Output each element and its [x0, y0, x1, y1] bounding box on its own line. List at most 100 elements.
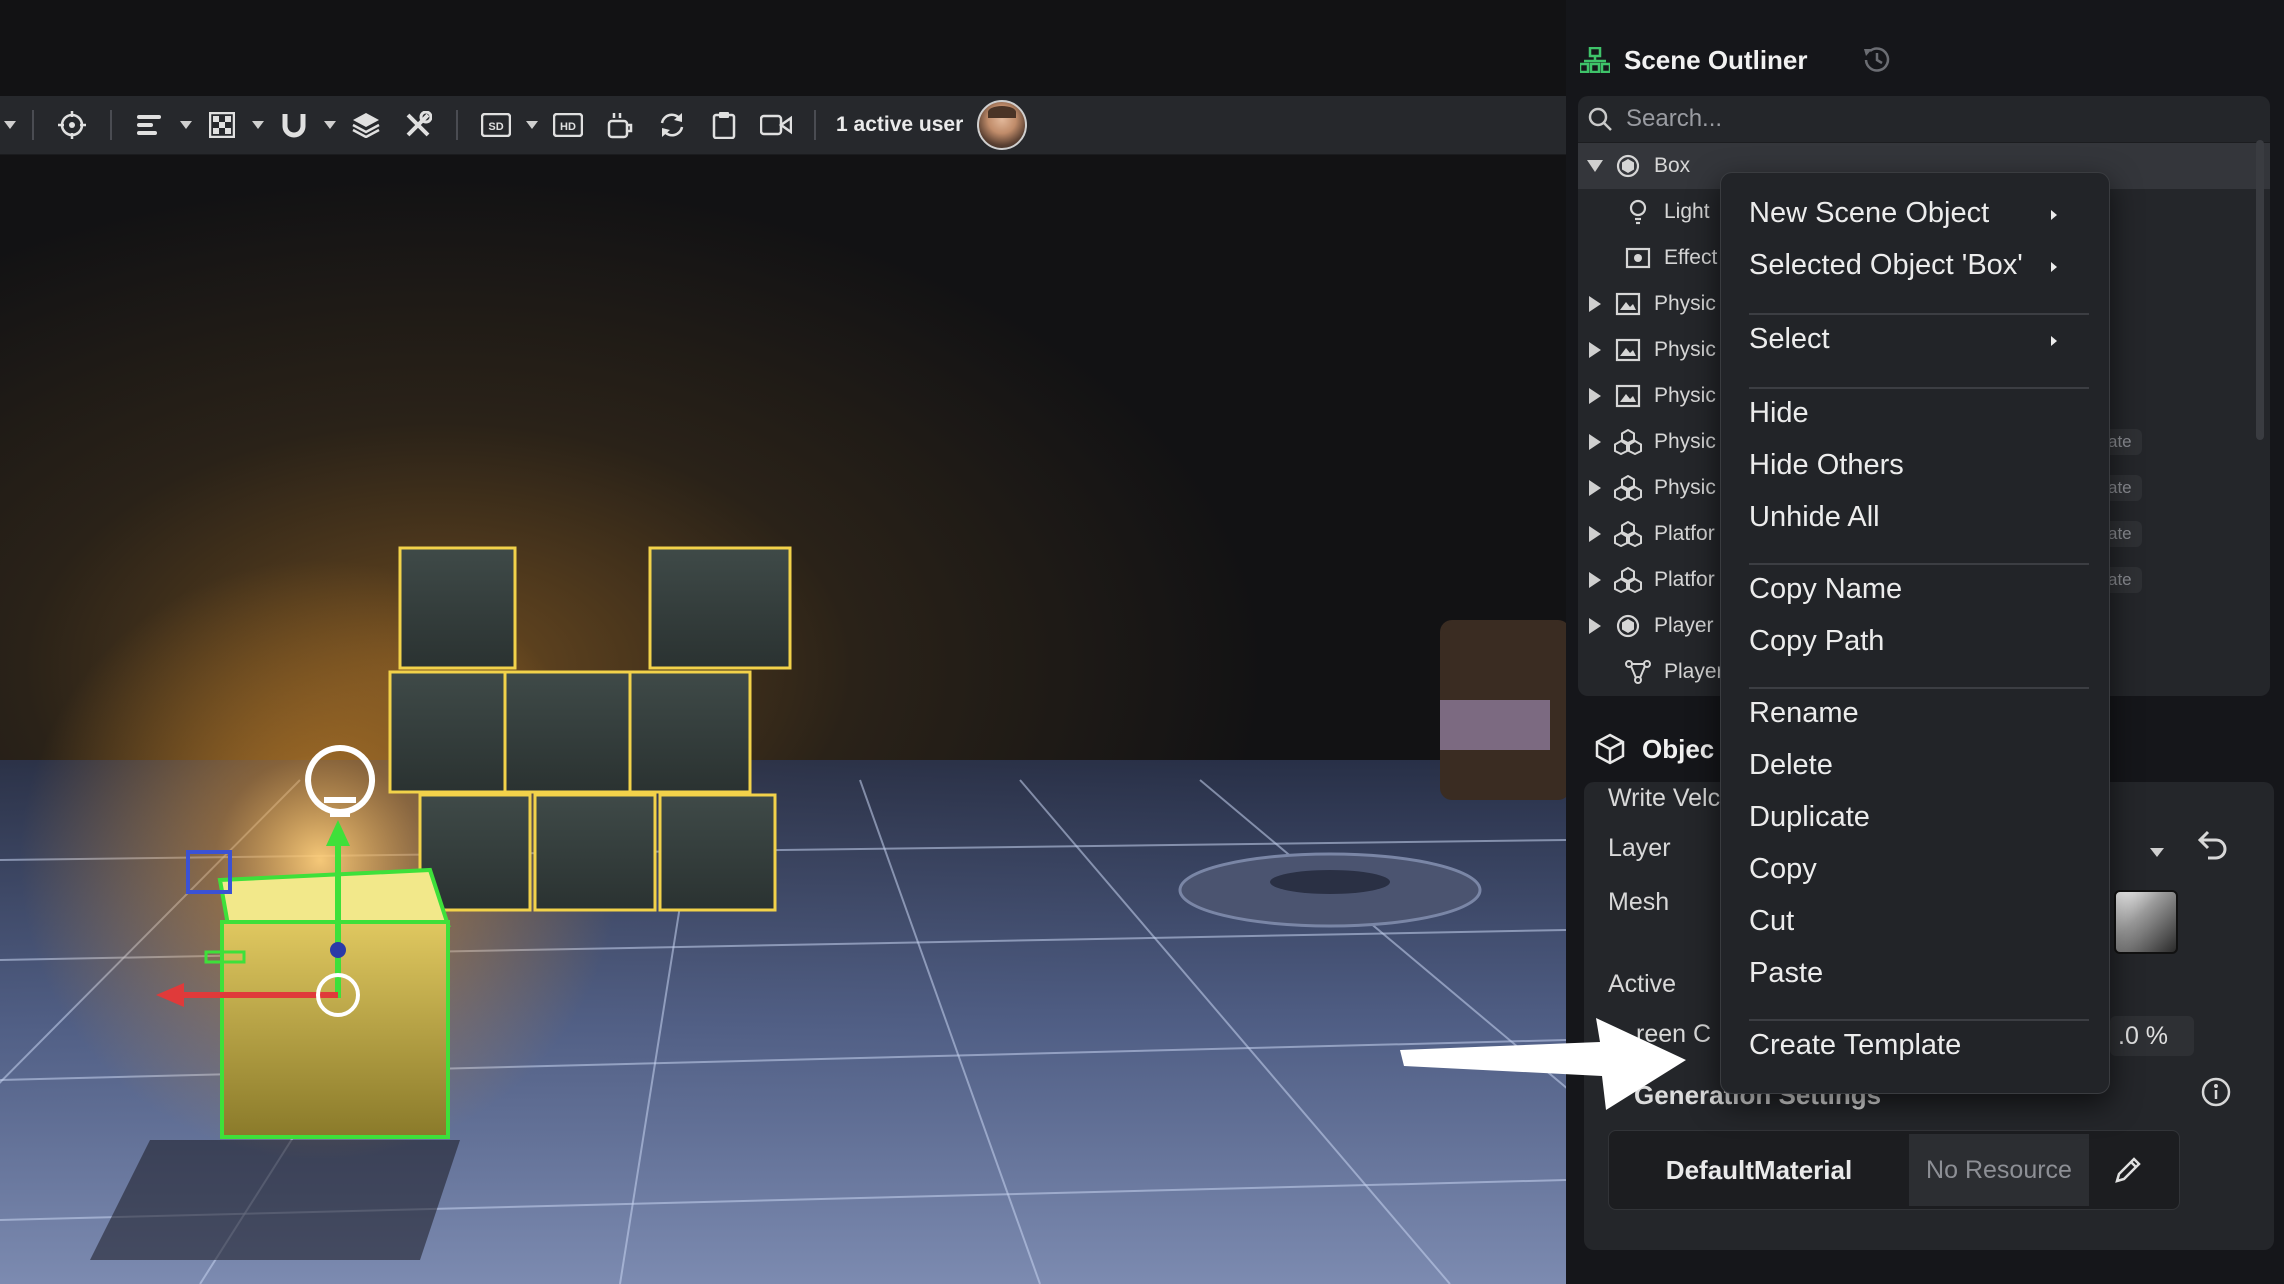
crosshair-button[interactable] [46, 99, 98, 151]
snapshot-button[interactable] [594, 99, 646, 151]
outliner-item-label: Player [1654, 614, 1714, 637]
object-icon [1612, 154, 1644, 178]
prefab-icon [1612, 567, 1644, 593]
menu-item-copy-path[interactable]: Copy Path [1749, 625, 1884, 658]
caret-right-icon[interactable] [1578, 480, 1612, 496]
menu-item-rename[interactable]: Rename [1749, 697, 1859, 730]
context-menu: New Scene Object Selected Object 'Box' Sel… [1720, 172, 2110, 1094]
outliner-search [1578, 96, 2270, 143]
camera-button[interactable] [750, 99, 802, 151]
align-dropdown[interactable] [176, 121, 196, 129]
callout-arrow-icon [1400, 1018, 1686, 1110]
snap-dropdown[interactable] [320, 121, 340, 129]
avatar[interactable] [977, 100, 1028, 150]
reset-button[interactable] [2194, 830, 2228, 865]
menu-item-paste[interactable]: Paste [1749, 957, 1823, 990]
submenu-arrow-icon [2051, 210, 2057, 220]
caret-right-icon[interactable] [1578, 434, 1612, 450]
menu-item-delete[interactable]: Delete [1749, 749, 1833, 782]
scene-viewport[interactable] [0, 0, 1566, 1284]
effect-icon [1622, 246, 1654, 270]
menu-item-selected-object-box[interactable]: Selected Object 'Box' [1749, 249, 2023, 282]
history-button[interactable] [1860, 43, 1894, 77]
tools-icon [406, 111, 432, 137]
toolbar-separator [32, 110, 34, 140]
menu-item-create-template[interactable]: Create Template [1749, 1029, 1961, 1062]
material-name: DefaultMaterial [1665, 1154, 1853, 1185]
outliner-item-label: Box [1654, 154, 1691, 177]
layers-button[interactable] [340, 99, 392, 151]
align-button[interactable] [124, 99, 176, 151]
caret-right-icon[interactable] [1578, 618, 1612, 634]
material-resource-field[interactable]: No Resource [1909, 1134, 2089, 1206]
layers-icon [352, 113, 380, 138]
chevron-down-icon [180, 121, 192, 129]
material-edit-button[interactable] [2089, 1134, 2166, 1206]
image-icon [1612, 338, 1644, 362]
object-icon [1612, 614, 1644, 638]
scene-render [0, 546, 1566, 1284]
toolbar-separator [814, 110, 816, 140]
submenu-arrow-icon [2051, 262, 2057, 272]
caret-down-icon[interactable] [1578, 160, 1612, 172]
caret-right-icon[interactable] [1578, 526, 1612, 542]
refresh-button[interactable] [646, 99, 698, 151]
menu-separator [1749, 687, 2089, 689]
chevron-down-icon [4, 121, 16, 129]
outliner-item-label: Light [1664, 200, 1710, 223]
outliner-item-label: Platfor [1654, 568, 1715, 591]
outliner-scrollbar[interactable] [2256, 140, 2264, 440]
caret-right-icon[interactable] [1578, 388, 1612, 404]
chevron-down-icon [2150, 848, 2164, 857]
caret-right-icon[interactable] [1578, 572, 1612, 588]
percent-field[interactable]: .0 % [2110, 1016, 2194, 1056]
outliner-header: Scene Outliner [1580, 30, 2280, 90]
toolbar-overflow-dropdown[interactable] [0, 121, 20, 129]
history-icon [1863, 47, 1889, 72]
grid-icon [209, 112, 235, 138]
caret-right-icon[interactable] [1578, 342, 1612, 358]
sd-button[interactable]: SD [470, 99, 522, 151]
menu-item-cut[interactable]: Cut [1749, 905, 1794, 938]
prefab-icon [1612, 475, 1644, 501]
object-panel-title: Objec [1642, 733, 1715, 764]
menu-item-copy-name[interactable]: Copy Name [1749, 573, 1902, 606]
clipboard-icon [712, 112, 736, 139]
submenu-arrow-icon [2051, 336, 2057, 346]
layer-label: Layer [1608, 834, 1671, 862]
sd-dropdown[interactable] [522, 121, 542, 129]
clipboard-button[interactable] [698, 99, 750, 151]
outliner-item-label: Player [1664, 660, 1724, 683]
menu-item-unhide-all[interactable]: Unhide All [1749, 501, 1880, 534]
material-slot: DefaultMaterial No Resource [1608, 1130, 2180, 1210]
menu-item-hide-others[interactable]: Hide Others [1749, 449, 1904, 482]
menu-item-hide[interactable]: Hide [1749, 397, 1809, 430]
search-input[interactable] [1624, 104, 2128, 134]
snap-button[interactable] [268, 99, 320, 151]
tools-button[interactable] [392, 99, 444, 151]
graph-icon [1622, 660, 1654, 684]
layer-dropdown[interactable] [2150, 844, 2164, 862]
snapshot-icon [607, 113, 633, 139]
outliner-item-label: Physic [1654, 476, 1716, 499]
menu-item-duplicate[interactable]: Duplicate [1749, 801, 1870, 834]
chevron-down-icon [324, 121, 336, 129]
refresh-icon [660, 113, 684, 137]
mesh-preview[interactable] [2114, 890, 2178, 954]
info-button[interactable] [2200, 1076, 2232, 1113]
grid-dropdown[interactable] [248, 121, 268, 129]
search-icon [1588, 107, 1612, 131]
hd-button[interactable]: HD [542, 99, 594, 151]
grid-button[interactable] [196, 99, 248, 151]
outliner-item-label: Platfor [1654, 522, 1715, 545]
menu-item-copy[interactable]: Copy [1749, 853, 1817, 886]
menu-item-new-scene-object[interactable]: New Scene Object [1749, 197, 1989, 230]
outliner-item-label: Physic [1654, 338, 1716, 361]
viewport-toolbar: SD HD 1 active user [0, 96, 1566, 155]
toolbar-separator [110, 110, 112, 140]
caret-right-icon[interactable] [1578, 296, 1612, 312]
magnet-icon [282, 114, 306, 138]
camera-icon [760, 114, 792, 136]
info-icon [2201, 1077, 2231, 1107]
menu-item-select[interactable]: Select [1749, 323, 1830, 356]
